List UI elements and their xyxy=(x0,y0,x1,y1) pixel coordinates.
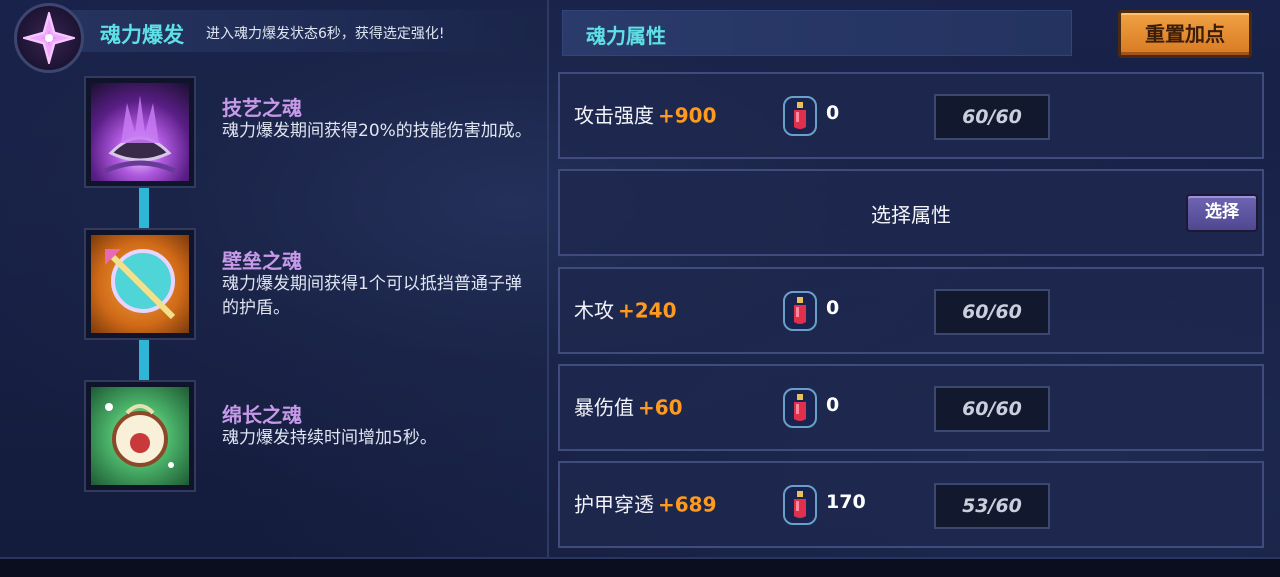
attribute-bonus: +900 xyxy=(658,103,717,128)
attribute-bonus: +689 xyxy=(658,492,717,517)
potion-count: 0 xyxy=(826,394,840,416)
potion-count: 0 xyxy=(826,102,840,124)
attribute-label: 攻击强度 +900 xyxy=(574,103,717,128)
potion-icon[interactable] xyxy=(783,388,817,428)
header-description: 进入魂力爆发状态6秒，获得选定强化! xyxy=(206,26,445,42)
level-value: 60/60 xyxy=(934,94,1050,140)
skill-soul-icon[interactable] xyxy=(86,78,194,186)
potion-icon[interactable] xyxy=(783,96,817,136)
panel-divider xyxy=(547,0,549,559)
header-title: 魂力爆发 xyxy=(100,23,184,47)
level-value: 60/60 xyxy=(934,386,1050,432)
select-attribute-row: 选择属性 选择 xyxy=(558,169,1264,256)
potion-icon[interactable] xyxy=(783,485,817,525)
attribute-label: 护甲穿透 +689 xyxy=(574,492,717,517)
soul-connector xyxy=(139,188,149,228)
attribute-label: 木攻 +240 xyxy=(574,298,677,323)
attributes-title: 魂力属性 xyxy=(586,24,666,48)
reset-points-button[interactable]: 重置加点 xyxy=(1118,10,1252,58)
attribute-bonus: +60 xyxy=(638,395,683,420)
soul-name: 壁垒之魂 xyxy=(222,249,302,273)
select-button[interactable]: 选择 xyxy=(1186,194,1258,232)
soul-burst-icon xyxy=(14,3,84,73)
potion-icon[interactable] xyxy=(783,291,817,331)
soul-name: 技艺之魂 xyxy=(222,96,302,120)
soul-description: 魂力爆发持续时间增加5秒。 xyxy=(222,428,437,448)
level-value: 60/60 xyxy=(934,289,1050,335)
potion-count: 0 xyxy=(826,297,840,319)
attribute-row: 暴伤值 +60 0 60/60 xyxy=(558,364,1264,451)
bottom-bar xyxy=(0,557,1280,577)
barrier-soul-icon[interactable] xyxy=(86,230,194,338)
soul-name: 绵长之魂 xyxy=(222,403,302,427)
soul-connector xyxy=(139,340,149,380)
level-value: 53/60 xyxy=(934,483,1050,529)
endurance-soul-icon[interactable] xyxy=(86,382,194,490)
attribute-row: 攻击强度 +900 0 60/60 xyxy=(558,72,1264,159)
potion-count: 170 xyxy=(826,491,866,513)
attribute-label: 暴伤值 +60 xyxy=(574,395,683,420)
attribute-row: 护甲穿透 +689 170 53/60 xyxy=(558,461,1264,548)
attribute-row: 木攻 +240 0 60/60 xyxy=(558,267,1264,354)
soul-description: 魂力爆发期间获得1个可以抵挡普通子弹的护盾。 xyxy=(222,274,522,318)
select-attribute-title: 选择属性 xyxy=(871,203,951,227)
soul-description: 魂力爆发期间获得20%的技能伤害加成。 xyxy=(222,121,532,141)
attribute-bonus: +240 xyxy=(618,298,677,323)
